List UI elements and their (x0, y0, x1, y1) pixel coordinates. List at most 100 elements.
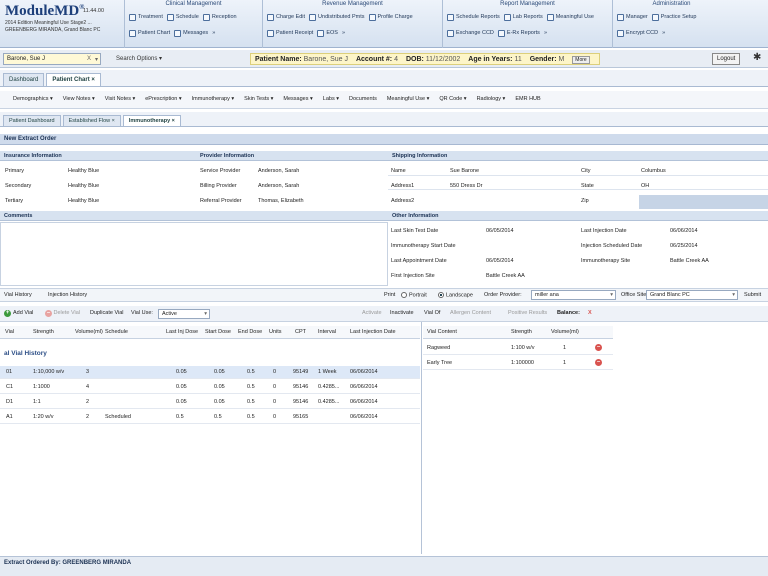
list-item[interactable]: Ragweed 1:100 w/v 1 – (423, 342, 613, 355)
delete-content-button[interactable]: – (595, 344, 602, 351)
tab-patient-chart[interactable]: Patient Chart × (46, 73, 101, 86)
ship-address1-value[interactable]: 550 Dress Dr (450, 183, 482, 189)
nav-skin-tests[interactable]: Skin Tests ▾ (244, 96, 273, 103)
nav-view-notes[interactable]: View Notes ▾ (63, 96, 95, 103)
vial-history-link[interactable]: Vial History (4, 292, 32, 298)
office-site-select[interactable]: Grand Blanc PC▾ (646, 290, 738, 300)
col-header: Volume(ml) (551, 329, 579, 335)
nav-immunotherapy[interactable]: Immunotherapy ▾ (192, 96, 235, 103)
clear-icon[interactable]: X (87, 56, 91, 62)
balance-label: Balance: (557, 310, 580, 316)
more-button[interactable]: More (572, 56, 589, 64)
insurance-value: Healthy Blue (68, 198, 99, 204)
comments-textarea[interactable] (0, 222, 388, 286)
close-icon[interactable]: X (588, 310, 592, 316)
tab-dashboard[interactable]: Dashboard (3, 73, 44, 86)
menu-schedule[interactable]: Schedule (167, 14, 199, 21)
menu-charge-edit[interactable]: Charge Edit (267, 14, 305, 21)
provider-label: Billing Provider (200, 183, 237, 189)
plus-icon: + (4, 310, 11, 317)
activate-button[interactable]: Activate (362, 310, 382, 316)
brand-name: ModuleMD® (5, 3, 125, 20)
tab-established-flow[interactable]: Established Flow × (63, 115, 121, 126)
nav-emr-hub[interactable]: EMR HUB (515, 96, 540, 103)
pin-icon[interactable]: ✱ (753, 52, 761, 63)
menu-more-admin[interactable]: » (662, 30, 665, 36)
menu-lab-reports[interactable]: Lab Reports (504, 14, 543, 21)
chevron-down-icon[interactable]: ▾ (95, 56, 98, 63)
delete-content-button[interactable]: – (595, 359, 602, 366)
landscape-radio[interactable]: Landscape (438, 292, 473, 298)
practice-line: GREENBERG MIRANDA, Grand Blanc PC (5, 27, 125, 34)
col-header: End Dose (238, 329, 262, 335)
vial-status-select[interactable]: Active▾ (158, 309, 210, 319)
insurance-value: Healthy Blue (68, 183, 99, 189)
table-row[interactable]: 01 1:10,000 w/v 3 0.05 0.05 0.5 0 95149 … (0, 366, 420, 379)
menu-undistributed-pmts[interactable]: Undistributed Pmts (309, 14, 364, 21)
submit-button[interactable]: Submit (744, 292, 761, 298)
manager-icon (617, 14, 624, 21)
menu-meaningful-use[interactable]: Meaningful Use (547, 14, 594, 21)
vial-of-button[interactable]: Vial Of (424, 310, 440, 316)
menu-exchange-ccd[interactable]: Exchange CCD (447, 30, 494, 37)
menu-more-report[interactable]: » (544, 30, 547, 36)
ship-city-value[interactable]: Columbus (641, 168, 666, 174)
menu-patient-receipt[interactable]: Patient Receipt (267, 30, 313, 37)
nav-labs[interactable]: Labs ▾ (323, 96, 339, 103)
nav-visit-notes[interactable]: Visit Notes ▾ (105, 96, 135, 103)
nav-meaningful-use[interactable]: Meaningful Use ▾ (387, 96, 430, 103)
inactivate-button[interactable]: Inactivate (390, 310, 414, 316)
nav-demographics[interactable]: Demographics ▾ (13, 96, 53, 103)
patient-search-input[interactable]: Barone, Sue J X ▾ (3, 53, 101, 65)
lock-icon (617, 30, 624, 37)
table-row[interactable]: A1 1:20 w/v 2 Scheduled 0.5 0.5 0.5 0 95… (0, 411, 420, 424)
menu-encrypt-ccd[interactable]: Encrypt CCD (617, 30, 658, 37)
tab-immunotherapy[interactable]: Immunotherapy × (123, 115, 181, 126)
menu-more-revenue[interactable]: » (342, 30, 345, 36)
menu-patient-chart[interactable]: Patient Chart (129, 30, 170, 37)
duplicate-vial-button[interactable]: Duplicate Vial (90, 310, 124, 316)
col-header: Units (269, 329, 282, 335)
menu-reception[interactable]: Reception (203, 14, 237, 21)
menu-treatment[interactable]: Treatment (129, 14, 163, 21)
menu-manager[interactable]: Manager (617, 14, 648, 21)
ship-name-value[interactable]: Sue Barone (450, 168, 479, 174)
delete-vial-button[interactable]: – Delete Vial (45, 310, 80, 317)
nav-radiology[interactable]: Radiology ▾ (477, 96, 506, 103)
menu-schedule-reports[interactable]: Schedule Reports (447, 14, 500, 21)
allergen-content-button[interactable]: Allergen Content (450, 310, 491, 316)
history-bar: Vial History Injection History Print Por… (0, 288, 768, 302)
other-value: 06/05/2014 (486, 228, 514, 234)
minus-icon: – (595, 359, 602, 366)
nav-qr-code[interactable]: QR Code ▾ (439, 96, 466, 103)
menu-messages[interactable]: Messages (174, 30, 208, 37)
tab-patient-dashboard[interactable]: Patient Dashboard (3, 115, 61, 126)
col-header: Interval (318, 329, 336, 335)
provider-value: Anderson, Sarah (258, 168, 299, 174)
other-label: Last Skin Test Date (391, 228, 438, 234)
ordered-by-footer: Extract Ordered By: GREENBERG MIRANDA (0, 556, 768, 576)
table-row[interactable]: C1 1:1000 4 0.05 0.05 0.5 0 95146 0.4285… (0, 381, 420, 394)
portrait-radio[interactable]: Portrait (401, 292, 427, 298)
menu-practice-setup[interactable]: Practice Setup (652, 14, 697, 21)
ship-state-value[interactable]: OH (641, 183, 649, 189)
nav-documents[interactable]: Documents (349, 96, 377, 103)
edition-line: 2014 Edition Meaningful Use Stage2 ... (5, 20, 125, 27)
nav-eprescription[interactable]: ePrescription ▾ (145, 96, 181, 103)
order-provider-select[interactable]: miller ana▾ (531, 290, 616, 300)
search-options-button[interactable]: Search Options ▾ (116, 55, 162, 62)
injection-history-link[interactable]: Injection History (48, 292, 87, 298)
list-item[interactable]: Early Tree 1:100000 1 – (423, 357, 613, 370)
provider-label: Service Provider (200, 168, 240, 174)
profile-icon (369, 14, 376, 21)
nav-messages[interactable]: Messages ▾ (283, 96, 312, 103)
add-vial-button[interactable]: +Add Vial (4, 310, 33, 317)
menu-eos[interactable]: EOS (317, 30, 338, 37)
logout-button[interactable]: Logout (712, 53, 740, 65)
menu-erx-reports[interactable]: E-Rx Reports (498, 30, 540, 37)
menu-profile-charge[interactable]: Profile Charge (369, 14, 413, 21)
positive-results-button[interactable]: Positive Results (508, 310, 547, 316)
menu-group-title: Report Management (443, 0, 612, 9)
table-row[interactable]: D1 1:1 2 0.05 0.05 0.5 0 95146 0.4285...… (0, 396, 420, 409)
menu-more-clinical[interactable]: » (212, 30, 215, 36)
